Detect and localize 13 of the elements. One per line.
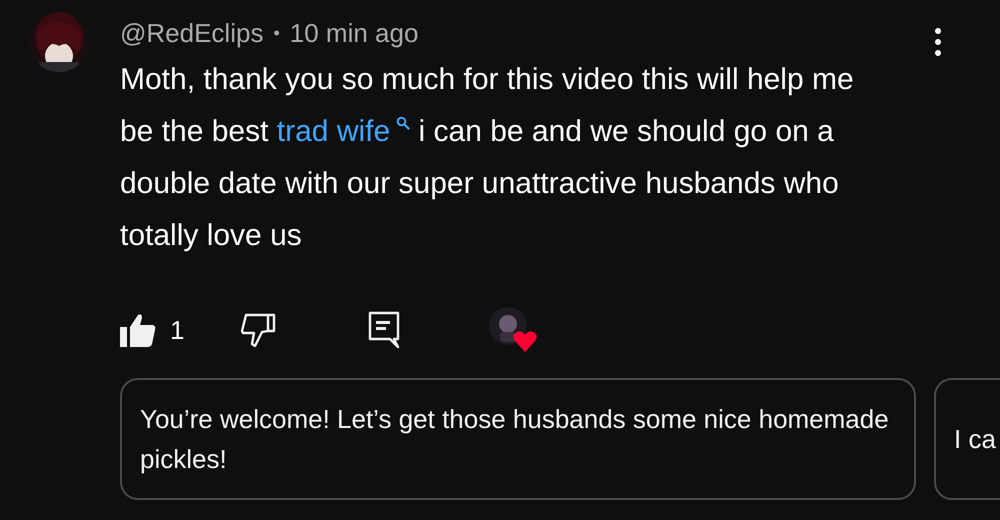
comment-text: Moth, thank you so much for this video this will help me be the best trad wife i can be and we should go on a double date with our super unattractive husbands who totally love us (120, 62, 855, 254)
comment-icon (368, 311, 400, 349)
like-count: 1 (170, 314, 184, 346)
thumbs-up-icon (120, 313, 156, 347)
search-link[interactable]: trad wife (276, 115, 410, 148)
suggested-reply-chip[interactable]: I ca (934, 378, 1000, 500)
search-icon (396, 116, 410, 130)
separator-dot: • (273, 22, 280, 44)
comment-time: 10 min ago (290, 16, 418, 50)
thumbs-down-icon (240, 313, 276, 347)
comment-author[interactable]: @RedEclips (120, 14, 264, 52)
like-button[interactable]: 1 (120, 310, 240, 350)
suggested-reply-chip[interactable]: You’re welcome! Let’s get those husbands some nice homemade pickles! (120, 378, 916, 500)
